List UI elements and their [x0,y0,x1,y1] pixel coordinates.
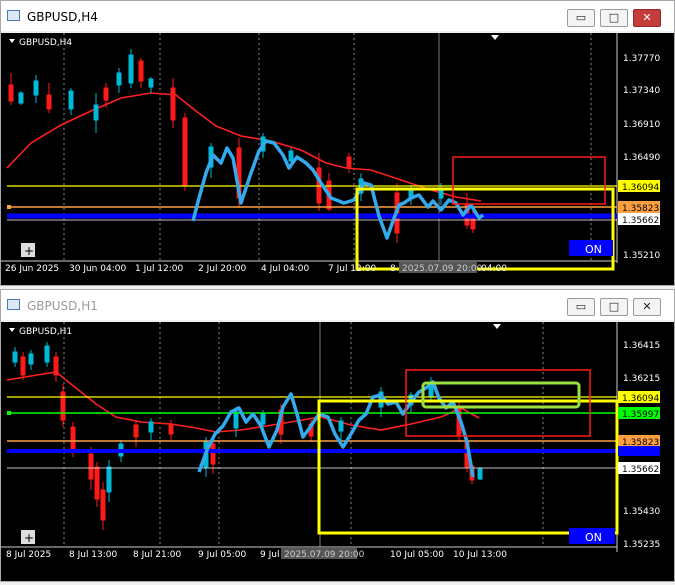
maximize-icon: □ [608,300,620,313]
maximize-icon: □ [608,11,620,24]
window-title: GBPUSD,H1 [27,299,98,313]
close-icon: ✕ [642,11,652,24]
level-marker [7,411,11,415]
price-tag-label: 1.35823 [622,204,659,214]
price-label: 1.35235 [623,540,660,550]
price-label: 1.36215 [623,374,660,384]
chart-window-icon [7,10,20,21]
chart-window-h1[interactable]: GBPUSD,H1 ▭ □ ✕ 1.36415 1.36215 1.35430 … [0,289,675,582]
time-label: 30 Jun 04:00 [69,264,126,274]
crosshair-time-label: 2025.07.09 20:00 [402,264,483,274]
price-chart[interactable]: 1.36415 1.36215 1.35430 1.35235 1.36094 … [1,322,674,581]
close-button[interactable]: ✕ [633,298,661,316]
title-bar[interactable]: GBPUSD,H4 ▭ □ ✕ [1,1,674,31]
time-label: 4 Jul 04:00 [261,264,310,274]
time-label: 8 [390,264,396,274]
window-title: GBPUSD,H4 [27,10,98,24]
time-label: 8 Jul 13:00 [69,550,118,560]
time-label: 1 Jul 12:00 [135,264,184,274]
maximize-button[interactable]: □ [600,298,628,316]
price-label: 1.36415 [623,341,660,351]
on-badge-label: ON [585,243,602,256]
minimize-button[interactable]: ▭ [567,298,595,316]
time-label: 9 Jul 05:00 [198,550,247,560]
symbol-label: GBPUSD,H1 [19,327,72,337]
title-bar[interactable]: GBPUSD,H1 ▭ □ ✕ [1,290,674,320]
price-label: 1.36910 [623,120,660,130]
time-label: 10 Jul 05:00 [390,550,444,560]
price-label: 1.37770 [623,54,660,64]
price-tag-label: 1.35662 [622,465,659,475]
price-label: 1.35210 [623,251,660,261]
chart-window-h4[interactable]: GBPUSD,H4 ▭ □ ✕ 1.37770 1.37340 1.36910 … [0,0,675,286]
price-tag-label: 1.36094 [622,394,659,404]
close-button[interactable]: ✕ [633,9,661,27]
time-label: 10 Jul 13:00 [453,550,507,560]
time-label: 2 Jul 20:00 [198,264,247,274]
price-tag-label: 1.36094 [622,183,659,193]
time-label: 8 Jul 21:00 [133,550,182,560]
minimize-icon: ▭ [575,300,587,313]
close-icon: ✕ [642,300,652,313]
minimize-icon: ▭ [575,11,587,24]
price-label: 1.37340 [623,86,660,96]
maximize-button[interactable]: □ [600,9,628,27]
on-badge-label: ON [585,531,602,544]
time-label: 8 Jul 2025 [6,550,51,560]
chart-window-icon [7,299,20,310]
time-label: 26 Jun 2025 [5,264,59,274]
minimize-button[interactable]: ▭ [567,9,595,27]
time-label: 04:00 [481,264,507,274]
crosshair-time-label: 2025.07.09 20:00 [284,550,365,560]
plus-icon: + [24,531,34,545]
level-tag [618,446,660,456]
price-tag-label: 1.35662 [622,216,659,226]
price-tag-label: 1.35997 [622,410,659,420]
symbol-label: GBPUSD,H4 [19,38,72,48]
time-label: 7 Jul 12:00 [328,264,377,274]
price-label: 1.36490 [623,153,660,163]
price-chart[interactable]: 1.37770 1.37340 1.36910 1.36490 1.35210 [1,33,674,285]
price-label: 1.35430 [623,507,660,517]
level-marker [7,205,11,209]
plus-icon: + [24,244,34,258]
